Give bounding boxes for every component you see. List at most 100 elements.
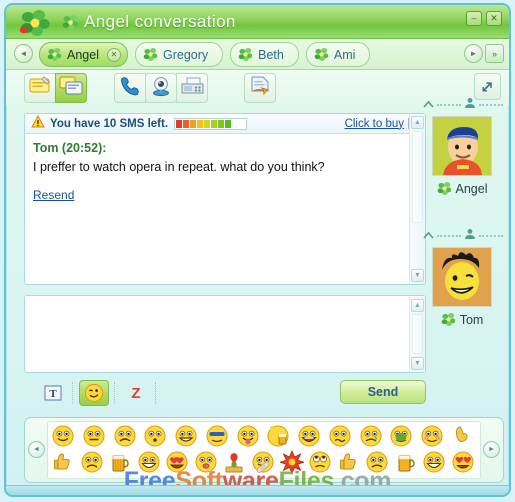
sms-meter-segment: [190, 119, 197, 128]
send-file-button[interactable]: [244, 73, 276, 103]
emoticon-thumbs-up[interactable]: [51, 450, 77, 476]
emoticon-band-aid[interactable]: [251, 450, 277, 476]
contact-card-tom: Tom: [421, 228, 503, 327]
emoticon-big-grin[interactable]: [137, 450, 163, 476]
sms-meter-segment: [204, 119, 211, 128]
emoticon-next-button[interactable]: ►: [483, 441, 500, 458]
tab-beth[interactable]: Beth: [230, 42, 299, 67]
person-icon: [464, 96, 476, 114]
tab-label: Ami: [333, 47, 356, 62]
svg-text:T: T: [49, 388, 57, 400]
emoticon-beer-toast[interactable]: [266, 424, 292, 450]
chevron-up-icon[interactable]: [423, 96, 434, 114]
tab-angel[interactable]: Angel ✕: [39, 42, 128, 67]
tab-overflow-button[interactable]: »: [485, 44, 504, 63]
flower-icon: [238, 47, 253, 62]
composer-scroll-down-button[interactable]: ▼: [411, 357, 424, 370]
person-icon: [464, 227, 476, 245]
emoticon-confused[interactable]: [328, 424, 354, 450]
composer-toolbar: T Z Send: [24, 380, 426, 408]
emoticon-smile[interactable]: [51, 424, 77, 450]
contact-name-row: Tom: [421, 312, 503, 327]
avatar[interactable]: [432, 247, 492, 307]
emoticon-happy[interactable]: [422, 450, 448, 476]
chevron-up-icon[interactable]: [423, 227, 434, 245]
tab-gregory[interactable]: Gregory: [134, 42, 224, 67]
tab-label: Angel: [67, 47, 99, 62]
emoticon-neutral[interactable]: [82, 424, 108, 450]
tab-ami[interactable]: Ami: [305, 42, 371, 67]
emoticon-grin[interactable]: [174, 424, 200, 450]
avatar[interactable]: [432, 116, 492, 176]
phone-icon: [118, 75, 142, 102]
tab-scroll-left-button[interactable]: ◄: [14, 44, 33, 63]
emoticon-laugh[interactable]: [297, 424, 323, 450]
smiley-icon[interactable]: [79, 380, 109, 406]
emoticon-blush[interactable]: [420, 424, 446, 450]
resend-link[interactable]: Resend: [33, 188, 74, 202]
emoticon-beer-2[interactable]: [394, 450, 420, 476]
emoticon-row: [51, 449, 477, 476]
emoticon-rolling-eyes[interactable]: [308, 450, 334, 476]
emoticon-rose[interactable]: [222, 450, 248, 476]
tab-scroll-right-button[interactable]: ►: [464, 44, 483, 63]
contact-card-angel: Angel: [421, 97, 503, 196]
svg-text:Z: Z: [131, 385, 140, 402]
emoticon-heart-eyes[interactable]: [451, 450, 477, 476]
contact-name-row: Angel: [421, 181, 503, 196]
window-frame: Angel conversation – ✕ ◄ Angel ✕ Gregory Be…: [4, 3, 511, 497]
emoticon-tongue[interactable]: [236, 424, 262, 450]
contact-sidebar: Angel Tom: [421, 97, 503, 337]
emoticon-surprised[interactable]: [143, 424, 169, 450]
send-button[interactable]: Send: [340, 380, 426, 404]
webcam-icon: [149, 75, 173, 102]
send-sms-button[interactable]: [55, 73, 87, 103]
close-button[interactable]: ✕: [486, 11, 502, 26]
emoticon-wave[interactable]: [451, 424, 477, 450]
toolbar-group-message: [24, 73, 87, 103]
click-to-buy-link[interactable]: Click to buy: [345, 118, 404, 130]
sms-meter-segment: [225, 119, 232, 128]
emoticon-frown[interactable]: [365, 450, 391, 476]
sms-meter-segment: [218, 119, 225, 128]
toolbar-group-call: [114, 73, 208, 103]
emoticon-explosion[interactable]: [278, 449, 306, 476]
sms-meter-segment: [232, 119, 239, 128]
phone-button[interactable]: [176, 73, 208, 103]
tab-close-icon[interactable]: ✕: [106, 47, 121, 62]
file-send-icon: [248, 75, 272, 102]
emoticon-beer[interactable]: [108, 450, 134, 476]
sms-meter-segment: [211, 119, 218, 128]
sms-notice-bar: You have 10 SMS left. Click to buy ✕: [25, 114, 425, 134]
emoticon-sad[interactable]: [113, 424, 139, 450]
message-text: I preffer to watch opera in repeat. what…: [33, 160, 325, 174]
flower-icon: [47, 47, 62, 62]
emoticon-prev-button[interactable]: ◄: [28, 441, 45, 458]
send-message-button[interactable]: [24, 73, 56, 103]
emoticon-thumbs-up-2[interactable]: [337, 450, 363, 476]
emoticon-in-love[interactable]: [165, 450, 191, 476]
contact-card-header[interactable]: [421, 97, 503, 113]
sms-icon: [59, 74, 84, 102]
contact-card-header[interactable]: [421, 228, 503, 244]
header-dotted-line: [437, 104, 461, 106]
emoticon-sick[interactable]: [389, 424, 415, 450]
emoticon-cry[interactable]: [359, 424, 385, 450]
emoticon-panel: ◄ ►: [24, 417, 504, 483]
voice-call-button[interactable]: [114, 73, 146, 103]
contact-name: Angel: [455, 181, 488, 196]
xtraz-icon[interactable]: Z: [121, 380, 151, 406]
video-call-button[interactable]: [145, 73, 177, 103]
emoticon-worried[interactable]: [80, 450, 106, 476]
sms-meter-segment: [176, 119, 183, 128]
emoticon-cool[interactable]: [205, 424, 231, 450]
minimize-button[interactable]: –: [466, 11, 482, 26]
message-input-pane[interactable]: ▲ ▼: [24, 295, 426, 373]
font-icon[interactable]: T: [38, 380, 68, 406]
window-controls: – ✕: [466, 11, 502, 26]
header-dotted-line: [479, 235, 503, 237]
expand-arrow-icon[interactable]: [474, 73, 501, 100]
sms-meter-segment: [197, 119, 204, 128]
emoticon-row: [51, 424, 477, 450]
emoticon-kiss[interactable]: [194, 450, 220, 476]
